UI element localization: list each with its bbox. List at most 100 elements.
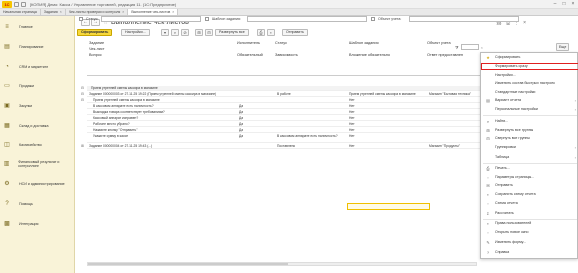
menu-item-report-variant[interactable]: ▤ Вариант отчета › xyxy=(481,97,578,104)
menu-item-generate-immediately[interactable]: Формировать сразу xyxy=(481,63,578,70)
maximize-icon[interactable]: □ xyxy=(561,1,567,7)
menu-item-label: Сохранить схему отчета xyxy=(495,192,536,196)
search-icon[interactable]: ⌕ xyxy=(171,29,179,36)
sidebar-item-nsi[interactable]: ⚙ НСИ и администрирование xyxy=(0,177,75,191)
tab-checklists[interactable]: Чек-листы проверки и контроля × xyxy=(66,9,129,15)
star-icon: ★ xyxy=(486,55,490,60)
menu-item-user-rights[interactable]: ▪ Права пользователей xyxy=(481,220,578,227)
menu-item-quick-settings[interactable]: Изменить состав быстрых настроек xyxy=(481,80,578,87)
menu-item-edit-form[interactable]: ✎ Изменить форму... xyxy=(481,239,578,246)
cell: Кассовый аппарат исправен? xyxy=(93,116,139,120)
sidebar-item-planning[interactable]: ▤ Планирование xyxy=(0,41,75,53)
menu-item-send[interactable]: ✉ Отправить xyxy=(481,182,578,189)
tab-tasks[interactable]: Задания × xyxy=(41,9,66,15)
sidebar-item-purchases[interactable]: ▣ Закупки xyxy=(0,100,75,112)
menu-item-groupings[interactable]: Группировки › xyxy=(481,144,578,151)
cell: Да xyxy=(239,116,244,120)
table-row[interactable]: ⊟ Прием утренней смены кассира в магазине… xyxy=(81,98,517,103)
menu-icon[interactable] xyxy=(14,1,19,7)
sidebar-item-finance[interactable]: ▥ Финансовый результат и контроллинг xyxy=(0,157,75,171)
tab-home[interactable]: Начальная страница xyxy=(0,9,41,15)
table-row[interactable]: ⊞ Задание 000000004 от 27.11.25 19:43 (..… xyxy=(81,144,517,149)
clear-search-icon[interactable]: ⊘ xyxy=(181,29,189,36)
treasury-icon: ◫ xyxy=(4,142,10,148)
print-icon[interactable]: ⎙ xyxy=(257,29,265,36)
collapse-icon[interactable]: ⊟ xyxy=(81,92,84,97)
menu-item-expand-groups[interactable]: ⊞ Развернуть все группы xyxy=(481,127,578,134)
menu-item-create[interactable]: ★ Сформировать xyxy=(481,54,578,61)
create-button[interactable]: Сформировать xyxy=(77,29,113,36)
table-row[interactable]: Рабочее место убрано? Да Нет xyxy=(87,122,517,127)
menu-item-label: Настройки... xyxy=(495,73,516,77)
sidebar-item-crm[interactable]: ◔ CRM и маркетинг xyxy=(0,61,75,73)
expand-groups-icon[interactable]: ⊞ xyxy=(195,29,203,36)
menu-item-label: Свернуть все группы xyxy=(495,136,530,140)
scrollbar-thumb[interactable] xyxy=(88,263,288,265)
cell: Да xyxy=(239,110,244,114)
table-row[interactable]: В кассовом аппарате есть наличность? Да Не… xyxy=(87,104,517,109)
tab-label: Чек-листы проверки и контроля xyxy=(68,10,121,14)
menu-item-label: Рассчитать xyxy=(495,211,514,215)
save-icon: ▪ xyxy=(487,192,489,197)
menu-item-report-scheme[interactable]: ▫ Схема отчета xyxy=(481,200,578,207)
table-row[interactable]: Укажите сумму в кассе Да В кассовом аппара… xyxy=(87,134,517,143)
send-button[interactable]: Отправить xyxy=(282,29,308,36)
horizontal-scrollbar[interactable] xyxy=(87,262,477,266)
menu-item-personal-settings[interactable]: Персональные настройки › xyxy=(481,106,578,113)
collapse-icon[interactable]: ⊟ xyxy=(81,86,84,91)
more-button[interactable]: Еще xyxy=(556,43,570,51)
menu-item-find[interactable]: ⌕ Найти... xyxy=(481,118,578,125)
clear-icon[interactable]: × xyxy=(481,45,483,50)
crm-icon: ◔ xyxy=(5,64,9,70)
sidebar-item-sales[interactable]: ▭ Продажи xyxy=(0,80,75,92)
filter-icon[interactable]: ⧩ xyxy=(455,45,459,50)
status-field[interactable] xyxy=(101,16,201,22)
tab-checklist-execution[interactable]: Выполнение чек-листов × xyxy=(128,9,179,15)
variant-icon[interactable]: ▾ xyxy=(161,29,169,36)
sidebar-item-workspace[interactable]: ▩ Интеграция xyxy=(0,218,75,230)
sidebar-item-label: Финансовый результат и контроллинг xyxy=(18,160,60,168)
menu-item-print[interactable]: ⎙ Печать... xyxy=(481,165,578,172)
table-row[interactable]: ⊟ Прием утренней смены кассира в магазине xyxy=(81,86,517,91)
menu-item-settings[interactable]: Настройки... xyxy=(481,72,578,79)
close-icon[interactable]: × xyxy=(122,10,124,14)
minimize-icon[interactable]: – xyxy=(552,1,558,7)
close-icon[interactable]: × xyxy=(570,1,576,7)
cell: Нет xyxy=(349,122,355,126)
cell: Задание 000000004 от 27.11.25 19:43 (...… xyxy=(89,144,153,148)
object-field[interactable] xyxy=(409,16,519,22)
close-icon[interactable]: × xyxy=(523,20,526,26)
collapse-groups-icon[interactable]: ⊟ xyxy=(205,29,213,36)
close-icon[interactable]: × xyxy=(60,10,62,14)
menu-item-page-settings[interactable]: ▫ Параметры страницы... xyxy=(481,174,578,181)
menu-item-table[interactable]: Таблица › xyxy=(481,154,578,161)
table-row[interactable]: Выкладка товара соответствует требования… xyxy=(87,110,517,115)
table-row[interactable]: ⊟ Задание 000000003 от 27.11.25 19:22 (Пр… xyxy=(81,92,517,97)
expand-all-button[interactable]: Развернуть все xyxy=(215,29,249,36)
expand-icon[interactable]: ⊞ xyxy=(81,144,84,149)
object-checkbox[interactable] xyxy=(371,17,375,21)
settings-button[interactable]: Настройки... xyxy=(121,29,150,36)
status-checkbox[interactable] xyxy=(79,17,83,21)
rights-icon: ▪ xyxy=(487,221,489,226)
close-icon[interactable]: × xyxy=(172,10,174,14)
sidebar-item-warehouse[interactable]: ▦ Склад и доставка xyxy=(0,120,75,132)
menu-item-collapse-groups[interactable]: ⊟ Свернуть все группы xyxy=(481,135,578,142)
template-checkbox[interactable] xyxy=(205,17,209,21)
template-field[interactable] xyxy=(247,16,367,22)
sidebar-item-treasury[interactable]: ◫ Казначейство xyxy=(0,139,75,151)
home-icon[interactable] xyxy=(21,1,26,7)
menu-item-standard-settings[interactable]: Стандартные настройки xyxy=(481,89,578,96)
menu-item-help[interactable]: ? Справка xyxy=(481,249,578,256)
search-input[interactable] xyxy=(460,44,479,50)
table-row[interactable]: Кассовый аппарат исправен? Да Нет xyxy=(87,116,517,121)
sidebar-item-help[interactable]: ? Помощь xyxy=(0,198,75,210)
menu-item-new-window[interactable]: ▫ Открыть новое окно xyxy=(481,229,578,236)
sidebar-item-main[interactable]: ≡ Главное xyxy=(0,21,75,33)
cell: Нет xyxy=(349,98,355,102)
menu-item-save-scheme[interactable]: ▪ Сохранить схему отчета xyxy=(481,191,578,198)
table-row[interactable]: Нажмите кнопку "Отправить" Да Нет xyxy=(87,128,517,133)
save-icon[interactable]: ▪ xyxy=(267,29,275,36)
collapse-icon[interactable]: ⊟ xyxy=(81,98,84,103)
menu-item-calculate[interactable]: Σ Рассчитать xyxy=(481,210,578,217)
